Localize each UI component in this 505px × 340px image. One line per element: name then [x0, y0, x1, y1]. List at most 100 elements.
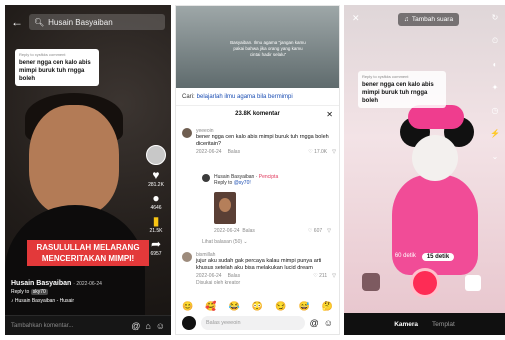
video-player-panel: ← 🔍︎ Husain Basyaiban Reply to xysfkks c…	[5, 5, 171, 335]
emoji-button[interactable]: 😳	[252, 301, 263, 312]
search-bar[interactable]: 🔍︎ Husain Basyaiban	[29, 14, 165, 30]
timer-icon[interactable]: ◷	[492, 106, 499, 115]
my-avatar	[182, 316, 196, 330]
comment-date: 2022-06-24	[196, 273, 222, 279]
plush-head	[412, 135, 458, 181]
camera-panel: ✕ ♫ Tambah suara ↻ ⏲ ◐ ✦ ◷ ⚡ ⌄ Reply to …	[344, 5, 505, 335]
emoji-button[interactable]: 🥰	[205, 301, 216, 312]
mention-link[interactable]: @sy70!	[234, 180, 251, 186]
dislike-icon[interactable]: ▽	[332, 273, 336, 279]
camera-top-bar: ✕ ♫ Tambah suara	[344, 13, 505, 27]
comment-count: 4646	[150, 205, 162, 211]
dislike-icon[interactable]: ▽	[332, 149, 336, 155]
comments-panel: Basyaiban. Ilmu agama "jangan kamu pakai…	[175, 5, 340, 335]
music-line[interactable]: ♪ Husain Basyaiban - Husair	[11, 298, 161, 304]
banner-line-2: MENCERITAKAN MIMPI!	[41, 254, 135, 263]
like-count: 281.2K	[148, 182, 164, 188]
dislike-icon[interactable]: ▽	[327, 228, 331, 234]
view-replies-link[interactable]: Lihat balasan (50) ⌄	[202, 239, 248, 245]
add-sound-button[interactable]: ♫ Tambah suara	[398, 13, 460, 26]
emoji-icon[interactable]: ☺	[156, 321, 165, 331]
reply-comment-sticker[interactable]: Reply to xysfkks comment bener ngga cen …	[358, 71, 446, 108]
creator-reply-button[interactable]: Balas	[242, 228, 255, 234]
close-icon[interactable]: ✕	[352, 13, 360, 24]
share-count: 6957	[150, 251, 162, 257]
related-search[interactable]: Cari: belajarlah ilmu agama bila bermimp…	[176, 88, 339, 106]
comment-icon: ●	[152, 191, 160, 205]
comment-input-bar: Tambahkan komentar... @ ⌂ ☺	[5, 315, 171, 335]
commenter-avatar[interactable]	[182, 252, 192, 262]
reply-input[interactable]: Balas yeeeoin	[201, 316, 305, 330]
duration-selector: 60 detik 15 detik	[344, 253, 505, 261]
emoji-button[interactable]: 🤔	[322, 301, 333, 312]
back-arrow-icon[interactable]: ←	[11, 13, 23, 31]
like-button[interactable]: ♥ 281.2K	[148, 168, 164, 189]
more-icon[interactable]: ⌄	[492, 152, 499, 161]
comment-input[interactable]: Tambahkan komentar...	[11, 323, 126, 329]
close-icon[interactable]: ✕	[326, 110, 333, 119]
reply-button[interactable]: Balas	[228, 273, 241, 279]
upload-button[interactable]	[465, 275, 481, 291]
creator-reply-line: Reply to @sy70!	[214, 180, 334, 186]
search-query: Husain Basyaiban	[48, 17, 113, 27]
record-button[interactable]	[410, 268, 440, 298]
duration-option-selected[interactable]: 15 detik	[421, 253, 455, 261]
reply-text: bener ngga cen kalo abis mimpi buruk tuh…	[19, 60, 91, 82]
save-button[interactable]: ▮ 21.5K	[149, 214, 163, 235]
creator-reply-avatar[interactable]	[202, 174, 210, 182]
video-meta: Husain Basyaiban · 2022-06-24 Reply to s…	[11, 280, 161, 304]
music-title: Husain Basyaiban - Husair	[14, 298, 75, 304]
tab-camera[interactable]: Kamera	[394, 321, 418, 328]
video-author[interactable]: Husain Basyaiban · 2022-06-24	[11, 280, 161, 287]
post-date: · 2022-06-24	[73, 281, 102, 287]
comment-text: bener ngga cen kalo abis mimpi buruk tuh…	[196, 134, 329, 147]
at-icon[interactable]: @	[310, 318, 319, 328]
gift-icon[interactable]: ⌂	[145, 321, 150, 331]
plush-bow	[408, 105, 464, 129]
video-preview: Basyaiban. Ilmu agama "jangan kamu pakai…	[176, 6, 339, 88]
reply-header: Reply to xysfkks comment	[19, 52, 66, 57]
flash-icon[interactable]: ⚡	[490, 129, 500, 138]
video-overlay-text: Basyaiban. Ilmu agama "jangan kamu pakai…	[230, 40, 306, 57]
creator-reply-date: 2022-06-24	[214, 228, 240, 234]
emoji-button[interactable]: 😊	[182, 301, 193, 312]
banner-line-1: RASULULLAH MELARANG	[36, 243, 140, 252]
video-caption-banner: RASULULLAH MELARANG MENCERITAKAN MIMPI!	[27, 240, 149, 266]
save-count: 21.5K	[149, 228, 163, 234]
filters-icon[interactable]: ◐	[493, 60, 498, 69]
creator-like-button[interactable]: ♡ 607	[308, 228, 322, 234]
reply-video-thumbnail[interactable]	[214, 192, 236, 224]
speed-icon[interactable]: ⏲	[492, 36, 498, 46]
comment-button[interactable]: ● 4646	[150, 191, 162, 212]
share-button[interactable]: ➦ 6957	[150, 238, 162, 258]
related-link[interactable]: belajarlah ilmu agama bila bermimpi	[197, 94, 293, 100]
add-sound-label: Tambah suara	[411, 16, 454, 23]
flip-camera-icon[interactable]: ↻	[492, 13, 499, 22]
at-icon[interactable]: @	[131, 321, 140, 331]
creator-avatar[interactable]	[146, 145, 166, 165]
author-name: Husain Basyaiban	[11, 280, 72, 287]
screenshot-collage: ← 🔍︎ Husain Basyaiban Reply to xysfkks c…	[0, 0, 505, 340]
camera-mode-tabs: Kamera Templat	[344, 313, 505, 335]
creator-like-count: 607	[313, 228, 323, 234]
like-comment-button[interactable]: ♡ 17.0K	[308, 149, 327, 155]
commenter-avatar[interactable]	[182, 128, 192, 138]
reply-tag[interactable]: sky70	[30, 289, 48, 295]
heart-icon: ♥	[152, 168, 160, 182]
beautify-icon[interactable]: ✦	[492, 83, 499, 92]
emoji-icon[interactable]: ☺	[324, 318, 333, 328]
emoji-button[interactable]: 😂	[229, 301, 240, 312]
emoji-button[interactable]: 😅	[298, 301, 309, 312]
reply-to-label: Reply to	[11, 289, 30, 295]
bookmark-icon: ▮	[152, 214, 160, 228]
reply-button[interactable]: Balas	[228, 149, 241, 155]
creator-reply-meta: 2022-06-24 Balas	[214, 228, 255, 234]
emoji-button[interactable]: 😏	[275, 301, 286, 312]
duration-option[interactable]: 60 detik	[395, 253, 416, 261]
effects-button[interactable]	[362, 273, 380, 291]
creator-reply-actions: ♡ 607 ▽	[308, 228, 331, 234]
reply-comment-sticker: Reply to xysfkks comment bener ngga cen …	[15, 49, 99, 86]
tab-template[interactable]: Templat	[432, 321, 455, 328]
like-comment-button[interactable]: ♡ 211	[313, 273, 327, 279]
top-bar: ← 🔍︎ Husain Basyaiban	[11, 13, 165, 31]
